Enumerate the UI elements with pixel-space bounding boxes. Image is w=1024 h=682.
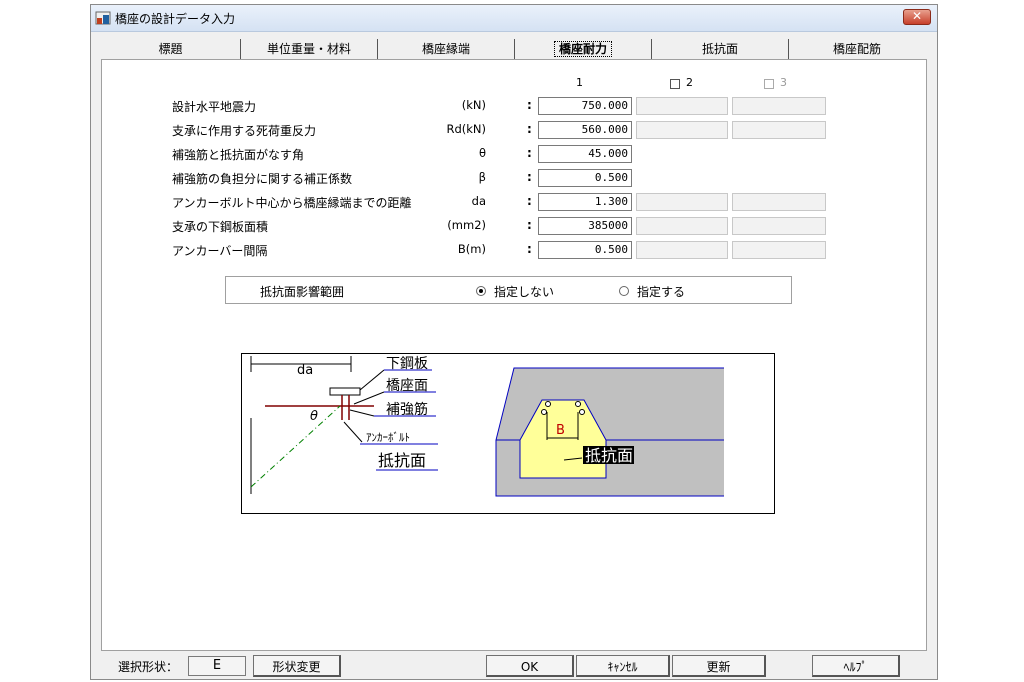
value-field-2[interactable] [636, 193, 728, 211]
label-theta: θ [310, 409, 318, 424]
row-label: 設計水平地震力 [172, 100, 257, 114]
colon: : [527, 242, 532, 256]
tab-label: 橋座縁端 [421, 42, 470, 56]
row-label: 補強筋の負担分に関する補正係数 [172, 172, 353, 186]
anchor-dot [545, 401, 551, 407]
label-anchor: ｱﾝｶｰﾎﾞﾙﾄ [366, 431, 410, 444]
cancel-button[interactable]: ｷｬﾝｾﾙ [576, 655, 670, 677]
ok-button[interactable]: OK [486, 655, 574, 677]
value-field-1[interactable]: 0.500 [538, 241, 632, 259]
tab-bar: 標題 単位重量・材料 橋座縁端 橋座耐力 抵抗面 橋座配筋 [101, 39, 925, 59]
label-resist: 抵抗面 [378, 451, 426, 470]
tab-label: 橋座配筋 [832, 42, 881, 56]
radio-not-specified[interactable] [476, 286, 486, 296]
shape-value: E [188, 656, 246, 676]
label-b: B [556, 423, 565, 438]
value-field-1[interactable]: 0.500 [538, 169, 632, 187]
label-seat: 橋座面 [386, 378, 428, 394]
tab-label: 単位重量・材料 [266, 42, 351, 56]
row-unit: β [478, 170, 486, 184]
update-button[interactable]: 更新 [672, 655, 766, 677]
resist-dash-line [250, 405, 341, 488]
value-field-1[interactable]: 560.000 [538, 121, 632, 139]
value-field-2[interactable] [636, 241, 728, 259]
column-2-header: 2 [686, 76, 693, 89]
close-button[interactable]: ✕ [903, 9, 931, 25]
tab-unit-weight[interactable]: 単位重量・材料 [241, 39, 378, 59]
change-shape-button[interactable]: 形状変更 [253, 655, 341, 677]
anchor-dot [579, 409, 585, 415]
shape-label: 選択形状： [118, 660, 179, 674]
value-field-1[interactable]: 750.000 [538, 97, 632, 115]
row-unit: (kN) [461, 98, 486, 112]
window-title: 橋座の設計データ入力 [115, 12, 236, 26]
label-rebar: 補強筋 [386, 401, 428, 418]
value-field-3[interactable] [732, 193, 826, 211]
leader-plate [359, 369, 385, 391]
value-field-1[interactable]: 45.000 [538, 145, 632, 163]
value-field-2[interactable] [636, 97, 728, 115]
value-field-3[interactable] [732, 97, 826, 115]
colon: : [527, 122, 532, 136]
row-unit: B(m) [457, 242, 486, 256]
colon: : [527, 218, 532, 232]
app-icon [95, 11, 111, 25]
value-field-2[interactable] [636, 217, 728, 235]
column-1-header: 1 [576, 76, 583, 89]
value-field-3[interactable] [732, 241, 826, 259]
resist-range-group: 抵抗面影響範囲 指定しない 指定する [225, 276, 792, 304]
tab-label: 抵抗面 [701, 42, 738, 56]
tab-resist-face[interactable]: 抵抗面 [652, 39, 789, 59]
value-field-2[interactable] [636, 121, 728, 139]
value-field-1[interactable]: 1.300 [538, 193, 632, 211]
tab-label: 橋座耐力 [553, 41, 612, 57]
anchor-dot [541, 409, 547, 415]
tab-title[interactable]: 標題 [101, 39, 241, 59]
tab-seat-rebar[interactable]: 橋座配筋 [789, 39, 925, 59]
resist-range-label: 抵抗面影響範囲 [260, 285, 345, 299]
value-field-3[interactable] [732, 121, 826, 139]
diagram-panel: da 下鋼板 橋座面 補強筋 ｱﾝｶｰﾎﾞﾙﾄ 抵抗面 θ B 抵抗面 [241, 353, 775, 514]
tab-seat-edge[interactable]: 橋座縁端 [378, 39, 515, 59]
colon: : [527, 98, 532, 112]
plate-rect [329, 387, 361, 396]
anchor-dot [575, 401, 581, 407]
row-label: 支承に作用する死荷重反力 [172, 124, 317, 138]
leader-rebar [349, 409, 375, 417]
radio-dot [479, 289, 483, 293]
tab-seat-capacity[interactable]: 橋座耐力 [515, 39, 652, 59]
diagram-svg: da 下鋼板 橋座面 補強筋 ｱﾝｶｰﾎﾞﾙﾄ 抵抗面 θ B 抵抗面 [250, 356, 724, 497]
radio-specified[interactable] [619, 286, 629, 296]
help-button[interactable]: ﾍﾙﾌﾟ [812, 655, 900, 677]
row-unit: (mm2) [447, 218, 486, 232]
row-unit: θ [478, 146, 486, 160]
row-label: 補強筋と抵抗面がなす角 [172, 148, 305, 162]
colon: : [527, 194, 532, 208]
row-unit: Rd(kN) [446, 122, 486, 136]
colon: : [527, 146, 532, 160]
radio-not-specified-label[interactable]: 指定しない [494, 283, 554, 300]
leader-anchor [343, 421, 363, 443]
row-label: 支承の下鋼板面積 [172, 220, 269, 234]
tab-label: 標題 [158, 42, 183, 56]
value-field-1[interactable]: 385000 [538, 217, 632, 235]
row-unit: da [471, 194, 486, 208]
row-label: アンカーボルト中心から橋座縁端までの距離 [172, 196, 412, 210]
radio-specified-label[interactable]: 指定する [637, 283, 685, 300]
title-bar: 橋座の設計データ入力 ✕ [91, 5, 937, 32]
column-2-checkbox[interactable] [670, 79, 680, 89]
label-plate: 下鋼板 [386, 356, 428, 372]
column-3-header: 3 [780, 76, 787, 89]
value-field-3[interactable] [732, 217, 826, 235]
column-3-checkbox[interactable] [764, 79, 774, 89]
colon: : [527, 170, 532, 184]
label-resist-right: 抵抗面 [585, 446, 633, 465]
row-label: アンカーバー間隔 [172, 244, 268, 258]
label-da: da [297, 363, 313, 378]
